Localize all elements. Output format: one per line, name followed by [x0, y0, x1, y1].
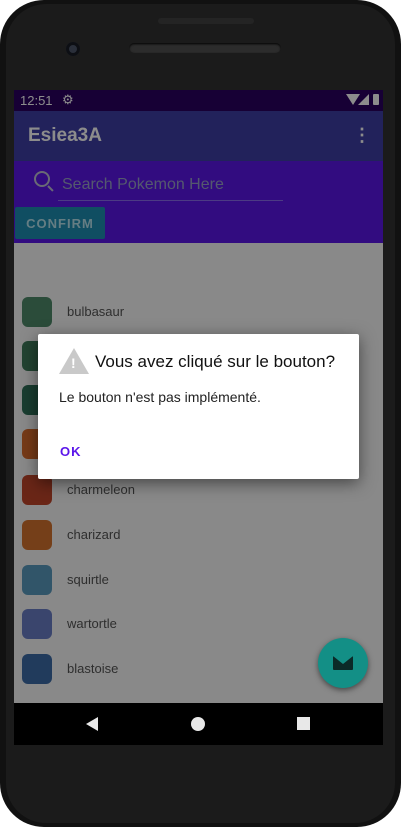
recents-icon[interactable] [297, 717, 310, 730]
earpiece-speaker [129, 43, 281, 53]
dialog-title: Vous avez cliqué sur le bouton? [95, 352, 336, 371]
system-nav-bar [14, 703, 383, 745]
app-screen: 12:51 ⚙ Esiea3A ⋮ CONFIRM bulbasaur ivys… [14, 90, 383, 703]
top-speaker [158, 18, 254, 24]
mail-fab-button[interactable] [318, 638, 368, 688]
back-icon[interactable] [86, 717, 98, 731]
phone-frame: 12:51 ⚙ Esiea3A ⋮ CONFIRM bulbasaur ivys… [0, 0, 401, 827]
home-icon[interactable] [191, 717, 205, 731]
dialog-message: Le bouton n'est pas implémenté. [59, 389, 261, 405]
front-camera [66, 42, 80, 56]
mail-icon [333, 656, 353, 670]
warning-icon: ! [59, 348, 89, 374]
ok-button[interactable]: OK [60, 444, 82, 459]
alert-dialog: ! Vous avez cliqué sur le bouton? Le bou… [38, 334, 359, 479]
